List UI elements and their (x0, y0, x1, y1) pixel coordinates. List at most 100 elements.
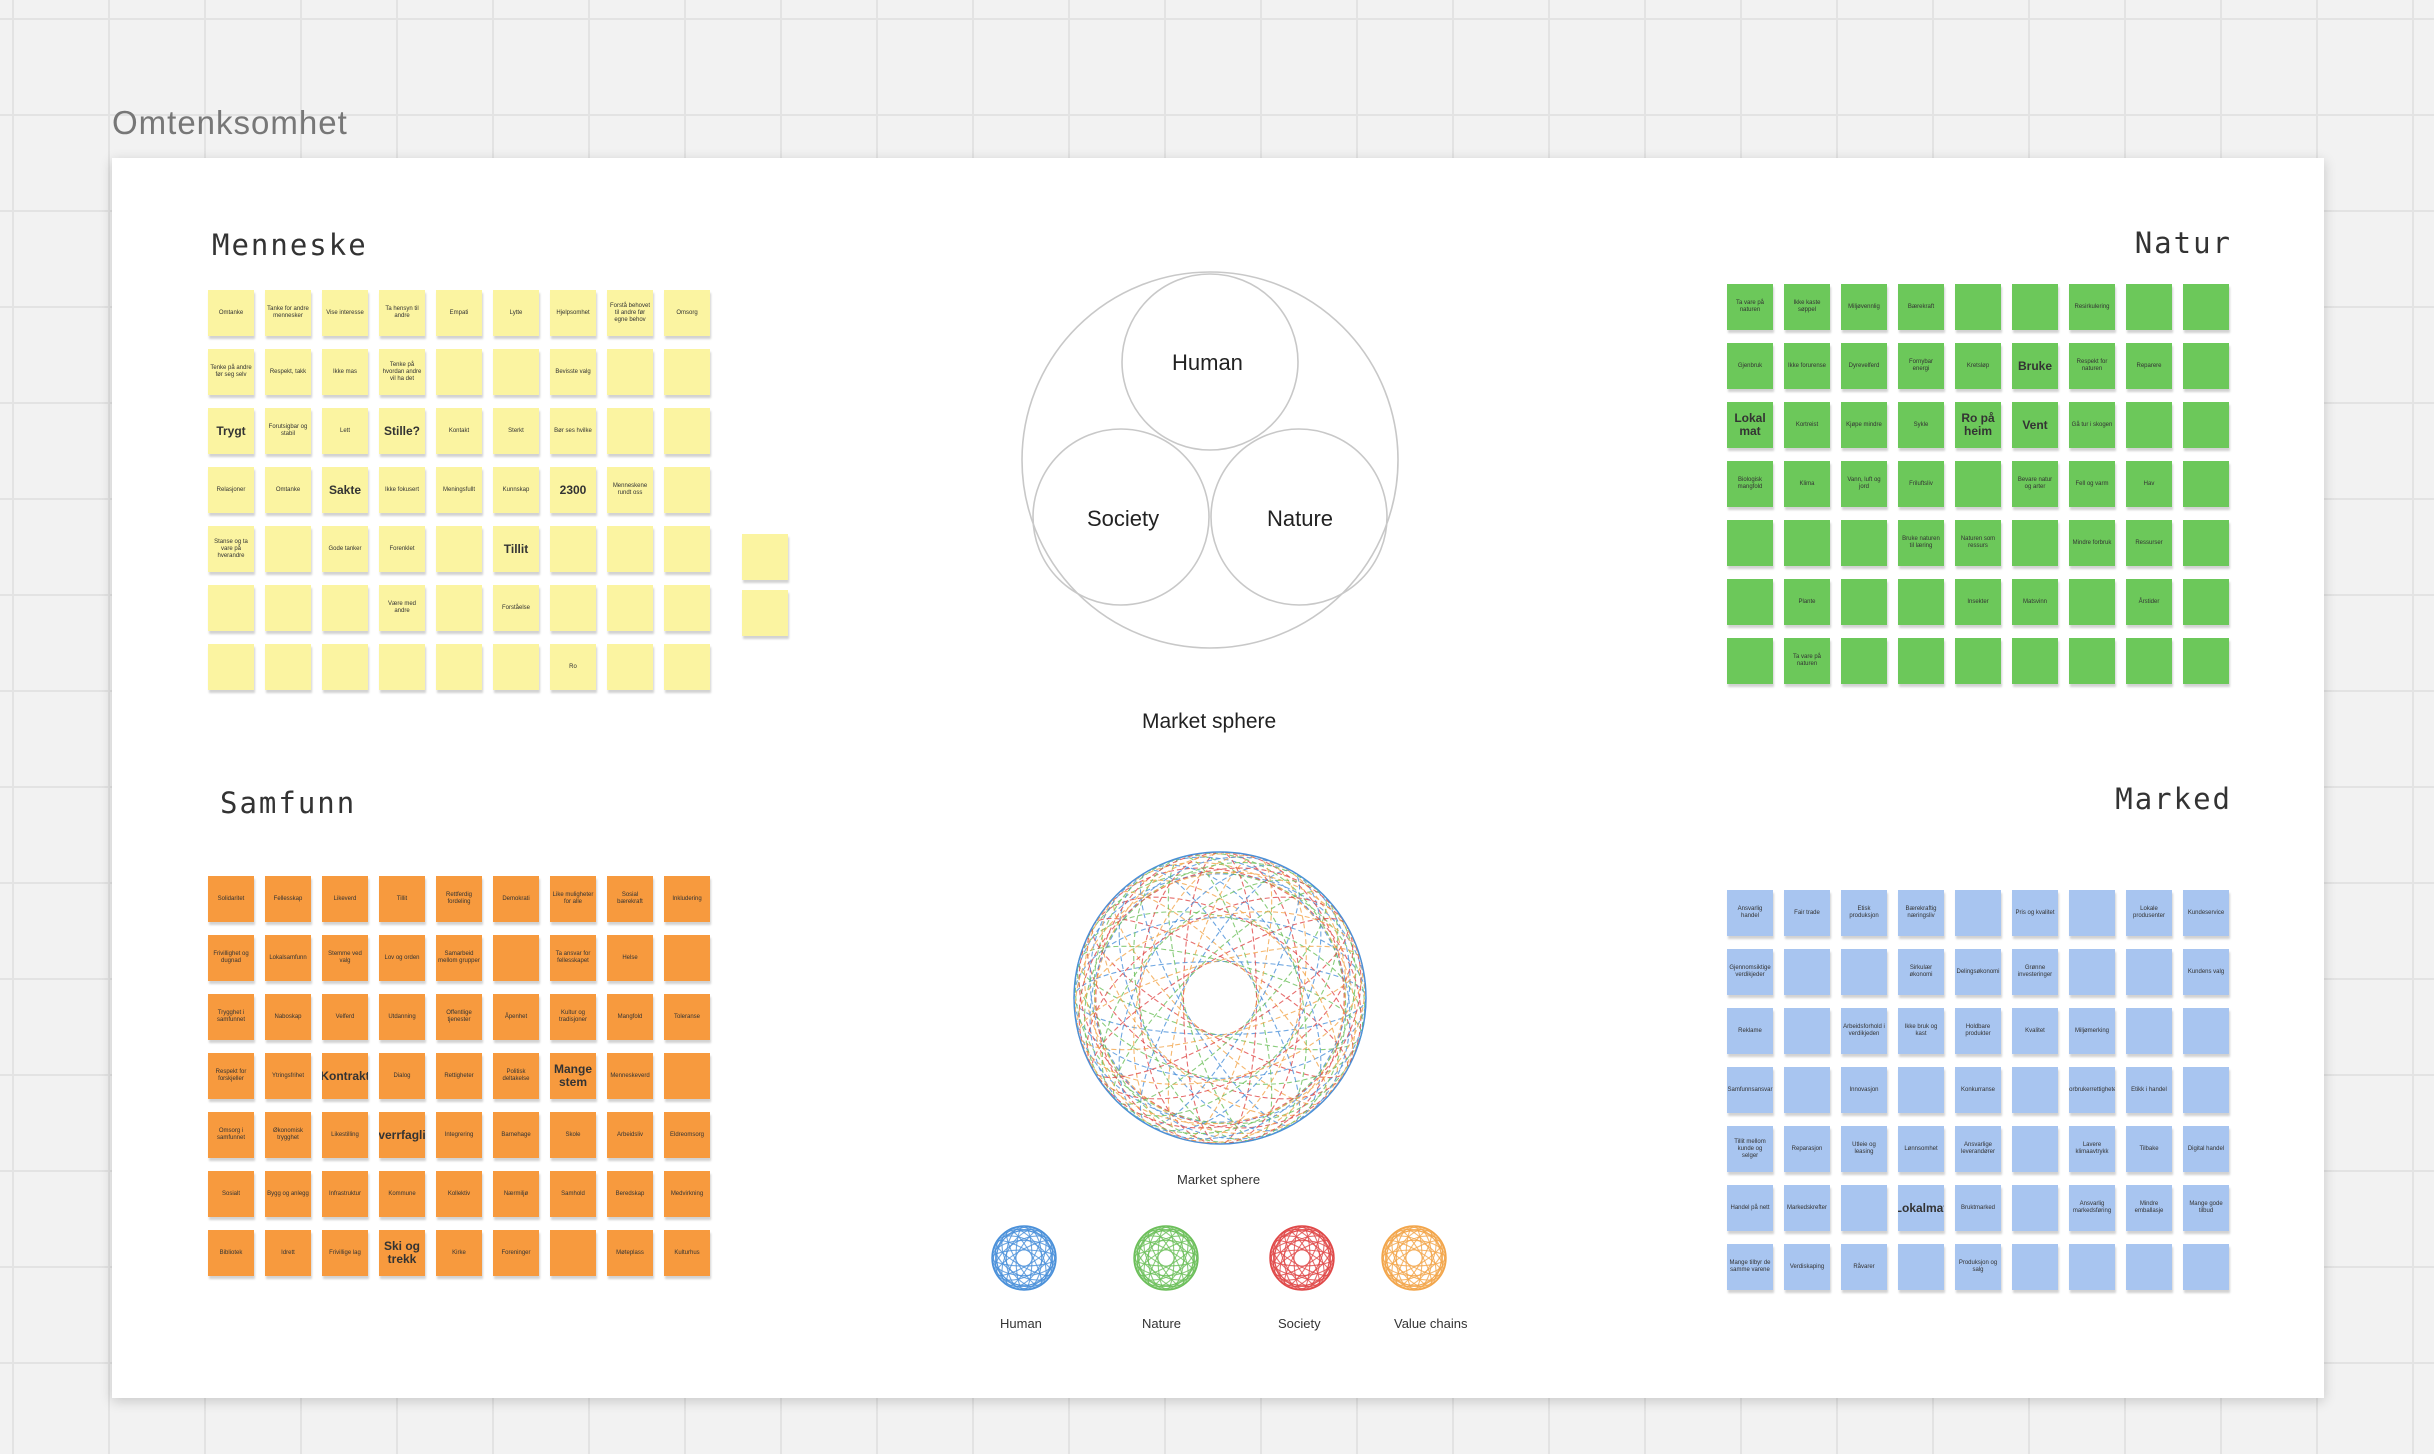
sticky-note[interactable] (2183, 1008, 2229, 1054)
sticky-note[interactable]: Ikke bruk og kast (1898, 1008, 1944, 1054)
sticky-note[interactable] (1898, 579, 1944, 625)
sticky-note[interactable]: Ikke forurense (1784, 343, 1830, 389)
sticky-note[interactable] (1955, 284, 2001, 330)
sticky-note[interactable] (2012, 1185, 2058, 1231)
sticky-note[interactable]: Omsorg (664, 290, 710, 336)
sticky-note[interactable] (2183, 520, 2229, 566)
sticky-note[interactable]: Insekter (1955, 579, 2001, 625)
sticky-note[interactable]: Gode tanker (322, 526, 368, 572)
sticky-note[interactable]: Ta hensyn til andre (379, 290, 425, 336)
sticky-note[interactable]: Sosial bærekraft (607, 876, 653, 922)
sticky-note[interactable]: Hjelpsomhet (550, 290, 596, 336)
sticky-note[interactable]: Sosialt (208, 1171, 254, 1217)
sticky-note[interactable]: Tillit mellom kunde og selger (1727, 1126, 1773, 1172)
sticky-note[interactable] (2012, 638, 2058, 684)
sticky-note[interactable]: Åpenhet (493, 994, 539, 1040)
sticky-note[interactable]: Utleie og leasing (1841, 1126, 1887, 1172)
sticky-note[interactable] (1898, 638, 1944, 684)
sticky-note[interactable]: Gå tur i skogen (2069, 402, 2115, 448)
sticky-note[interactable]: Matsvinn (2012, 579, 2058, 625)
sticky-note[interactable]: Naboskap (265, 994, 311, 1040)
sticky-note[interactable] (1784, 1008, 1830, 1054)
sticky-note[interactable] (2126, 284, 2172, 330)
sticky-note[interactable]: Empati (436, 290, 482, 336)
whiteboard-frame[interactable]: Menneske Natur Samfunn Marked Omtanke Tan… (112, 158, 2324, 1398)
sticky-note[interactable]: Forenklet (379, 526, 425, 572)
sticky-note[interactable]: Vise interesse (322, 290, 368, 336)
sticky-note[interactable]: Frivillige lag (322, 1230, 368, 1276)
sticky-note[interactable]: Forbrukerrettigheter (2069, 1067, 2115, 1113)
sticky-note[interactable]: Respekt for naturen (2069, 343, 2115, 389)
sticky-note[interactable]: Vent (2012, 402, 2058, 448)
sticky-note[interactable]: Trygt (208, 408, 254, 454)
sticky-note[interactable]: Medvirkning (664, 1171, 710, 1217)
market-sphere-graphic[interactable] (1070, 848, 1370, 1148)
sticky-note[interactable]: Reklame (1727, 1008, 1773, 1054)
sticky-note[interactable]: Sterkt (493, 408, 539, 454)
sticky-note[interactable] (1841, 579, 1887, 625)
sticky-note[interactable]: Omtanke (208, 290, 254, 336)
sticky-note[interactable]: Relasjoner (208, 467, 254, 513)
sticky-note[interactable]: Mange tilbyr de samme varene (1727, 1244, 1773, 1290)
sticky-note[interactable]: Forståelse (493, 585, 539, 631)
sticky-note[interactable]: Forutsigbar og stabil (265, 408, 311, 454)
sticky-note[interactable]: Konkurranse (1955, 1067, 2001, 1113)
sticky-note[interactable]: Mangfold (607, 994, 653, 1040)
sticky-note[interactable] (607, 526, 653, 572)
sticky-note[interactable]: Trygghet i samfunnet (208, 994, 254, 1040)
sticky-note[interactable]: Holdbare produkter (1955, 1008, 2001, 1054)
sticky-note[interactable] (2069, 579, 2115, 625)
sticky-note[interactable]: Helse (607, 935, 653, 981)
sticky-note[interactable]: Markedskrefter (1784, 1185, 1830, 1231)
sticky-note[interactable]: Lov og orden (379, 935, 425, 981)
sticky-note[interactable]: Ta vare på naturen (1784, 638, 1830, 684)
sticky-note[interactable]: Respekt, takk (265, 349, 311, 395)
sticky-note[interactable]: Likeverd (322, 876, 368, 922)
sticky-note[interactable] (664, 1053, 710, 1099)
sticky-note[interactable]: Mange stem (550, 1053, 596, 1099)
sticky-note[interactable] (2069, 890, 2115, 936)
sticky-note[interactable] (1841, 520, 1887, 566)
sticky-note[interactable] (550, 1230, 596, 1276)
sticky-note[interactable]: Tillit (493, 526, 539, 572)
sticky-note[interactable]: Gjenbruk (1727, 343, 1773, 389)
sticky-note[interactable] (2012, 1126, 2058, 1172)
sticky-note[interactable] (1898, 1067, 1944, 1113)
sticky-note[interactable] (1784, 520, 1830, 566)
sticky-note[interactable]: Reparasjon (1784, 1126, 1830, 1172)
sticky-note[interactable]: Like muligheter for alle (550, 876, 596, 922)
sticky-note[interactable]: Friluftsliv (1898, 461, 1944, 507)
sticky-note[interactable]: 2300 (550, 467, 596, 513)
sticky-note[interactable]: Ansvarlig markedsføring (2069, 1185, 2115, 1231)
sticky-note[interactable]: Tenke på andre før seg selv (208, 349, 254, 395)
sticky-note[interactable]: Klima (1784, 461, 1830, 507)
sticky-note[interactable] (1955, 638, 2001, 684)
sticky-note[interactable] (1784, 1067, 1830, 1113)
sticky-note[interactable]: Stille? (379, 408, 425, 454)
sticky-note[interactable] (2012, 1244, 2058, 1290)
sticky-note[interactable] (2183, 638, 2229, 684)
sticky-note[interactable]: Foreninger (493, 1230, 539, 1276)
sticky-note[interactable]: Gjennomsiktige verdikjeder (1727, 949, 1773, 995)
sticky-note[interactable]: Kunnskap (493, 467, 539, 513)
sticky-note[interactable] (265, 585, 311, 631)
sticky-note[interactable]: Kontakt (436, 408, 482, 454)
sticky-note[interactable]: Handel på nett (1727, 1185, 1773, 1231)
sticky-note[interactable]: Samfunnsansvar (1727, 1067, 1773, 1113)
sticky-note[interactable] (1841, 949, 1887, 995)
sticky-note[interactable]: Frivillighet og dugnad (208, 935, 254, 981)
sticky-note[interactable]: Stanse og ta vare på hverandre (208, 526, 254, 572)
sticky-note[interactable]: Kontrakt (322, 1053, 368, 1099)
sticky-note[interactable] (607, 408, 653, 454)
sticky-note[interactable] (664, 467, 710, 513)
sticky-note[interactable]: Fellesskap (265, 876, 311, 922)
sticky-note[interactable] (2012, 284, 2058, 330)
sticky-note[interactable]: Møteplass (607, 1230, 653, 1276)
sticky-note[interactable]: Offentlige tjenester (436, 994, 482, 1040)
sticky-note[interactable] (2126, 638, 2172, 684)
sticky-note[interactable] (2012, 1067, 2058, 1113)
sticky-note[interactable]: Bevisste valg (550, 349, 596, 395)
sticky-note[interactable]: Kultur og tradisjoner (550, 994, 596, 1040)
sticky-note[interactable]: Digital handel (2183, 1126, 2229, 1172)
sticky-note[interactable]: Ytringsfrihet (265, 1053, 311, 1099)
